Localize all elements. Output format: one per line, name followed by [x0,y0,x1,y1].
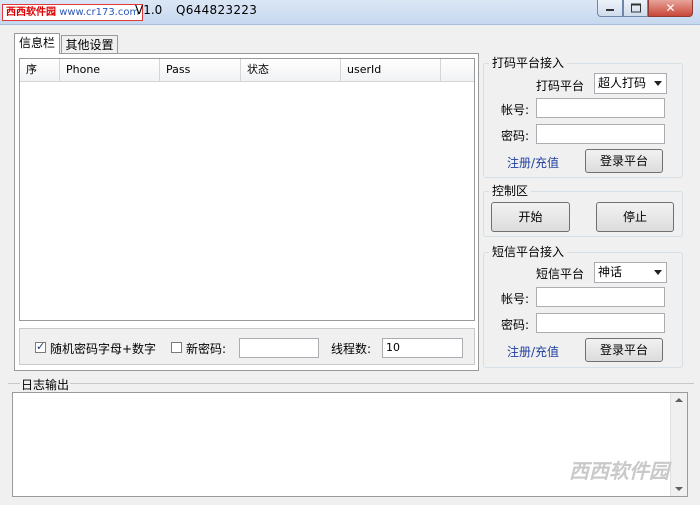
window-qq: Q644823223 [176,3,258,17]
log-scrollbar[interactable] [670,393,687,496]
sms-platform-select[interactable]: 神话 [594,262,667,283]
new-password-checkbox[interactable] [171,342,182,353]
sms-password-label: 密码: [501,318,530,332]
column-index[interactable]: 序 [20,59,60,81]
control-group-title: 控制区 [489,184,532,198]
captcha-platform-value: 超人打码 [598,76,647,90]
start-button[interactable]: 开始 [491,202,570,232]
log-divider [8,383,694,384]
sms-group-title: 短信平台接入 [489,245,568,259]
threads-input[interactable]: 10 [382,338,463,358]
sms-account-label: 帐号: [501,292,530,306]
maximize-icon [630,3,641,13]
captcha-login-button[interactable]: 登录平台 [585,149,663,173]
watermark-bottom: 西西软件园 [569,459,669,483]
sms-register-link[interactable]: 注册/充值 [507,343,559,360]
close-icon: ✕ [665,1,676,15]
column-userid[interactable]: userId [341,59,441,81]
column-phone[interactable]: Phone [60,59,160,81]
captcha-platform-select[interactable]: 超人打码 [594,73,667,94]
log-title: 日志输出 [20,376,71,393]
chevron-down-icon [654,270,662,275]
scroll-up-icon[interactable] [675,398,683,402]
new-password-input[interactable] [239,338,319,358]
captcha-password-input[interactable] [536,124,665,144]
sms-platform-value: 神话 [598,265,623,279]
scroll-down-icon[interactable] [675,487,683,491]
random-password-checkbox[interactable] [35,340,46,353]
tab-other-settings[interactable]: 其他设置 [61,35,118,54]
maximize-button[interactable] [623,0,648,17]
captcha-password-label: 密码: [501,129,530,143]
stop-button[interactable]: 停止 [596,202,674,232]
sms-platform-label: 短信平台 [536,267,585,281]
captcha-account-input[interactable] [536,98,665,118]
threads-label: 线程数: [331,342,372,356]
close-button[interactable]: ✕ [648,0,693,17]
list-header: 序 Phone Pass 状态 userId [20,59,474,82]
new-password-label: 新密码: [186,342,227,356]
minimize-button[interactable] [597,0,623,17]
sms-account-input[interactable] [536,287,665,307]
watermark-url: www.cr173.com [59,7,140,18]
sms-password-input[interactable] [536,313,665,333]
log-output[interactable]: 西西软件园 [12,392,688,497]
column-pass[interactable]: Pass [160,59,241,81]
account-list[interactable]: 序 Phone Pass 状态 userId [19,58,475,321]
watermark-logo: 西西软件园 www.cr173.com [2,4,144,21]
captcha-account-label: 帐号: [501,103,530,117]
tab-info[interactable]: 信息栏 [14,33,60,54]
chevron-down-icon [654,81,662,86]
minimize-icon [606,8,614,11]
window-version: V1.0 [135,3,163,17]
captcha-platform-label: 打码平台 [536,79,585,93]
captcha-group-title: 打码平台接入 [489,56,568,70]
captcha-register-link[interactable]: 注册/充值 [507,154,559,171]
random-password-label: 随机密码字母+数字 [50,342,157,356]
column-status[interactable]: 状态 [241,59,341,81]
watermark-site: 西西软件园 [6,7,56,18]
sms-login-button[interactable]: 登录平台 [585,338,663,362]
